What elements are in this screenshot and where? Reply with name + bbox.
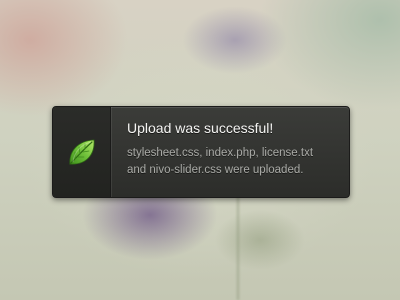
leaf-icon (68, 139, 94, 165)
notification-message-line-1: stylesheet.css, index.php, license.txt (127, 147, 314, 159)
upload-success-notification[interactable]: Upload was successful! stylesheet.css, i… (52, 106, 350, 198)
notification-title: Upload was successful! (127, 120, 274, 136)
notification-content: Upload was successful! stylesheet.css, i… (111, 107, 349, 197)
notification-icon-panel (53, 107, 111, 197)
notification-message: stylesheet.css, index.php, license.txt a… (127, 145, 349, 179)
notification-message-line-2: and nivo-slider.css were uploaded. (127, 164, 304, 176)
